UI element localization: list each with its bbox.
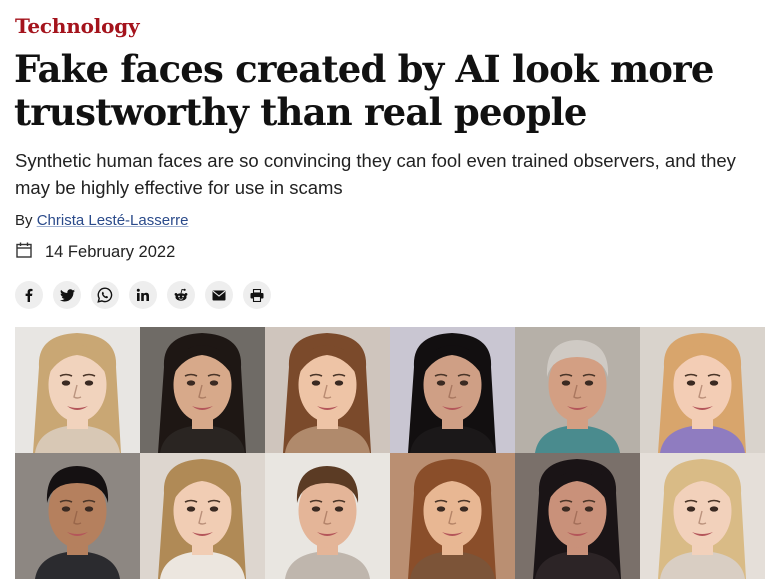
face-photo [265,327,390,453]
calendar-icon [15,241,33,264]
face-photo [390,453,515,579]
face-photo [640,453,765,579]
linkedin-icon [136,288,149,301]
publish-date-row: 14 February 2022 [15,242,175,262]
ai-faces-image [15,327,765,579]
share-twitter-button[interactable] [53,281,81,309]
face-photo [515,327,640,453]
section-label[interactable]: Technology [15,14,140,38]
face-photo [265,453,390,579]
article-headline: Fake faces created by AI look more trust… [14,47,714,134]
face-photo [640,327,765,453]
whatsapp-icon [97,287,113,303]
publish-date: 14 February 2022 [45,242,176,261]
author-link[interactable]: Christa Lesté-Lasserre [37,212,189,229]
email-icon [212,290,226,300]
reddit-icon [174,288,188,301]
share-email-button[interactable] [205,281,233,309]
face-photo [140,327,265,453]
print-icon [250,288,264,302]
share-whatsapp-button[interactable] [91,281,119,309]
share-facebook-button[interactable] [15,281,43,309]
face-photo [15,327,140,453]
share-linkedin-button[interactable] [129,281,157,309]
share-reddit-button[interactable] [167,281,195,309]
article-standfirst: Synthetic human faces are so convincing … [15,150,736,198]
byline: By Christa Lesté-Lasserre [15,212,188,229]
twitter-icon [59,288,75,301]
face-photo [140,453,265,579]
byline-prefix: By [15,212,37,229]
face-photo [390,327,515,453]
share-print-button[interactable] [243,281,271,309]
face-photo [15,453,140,579]
share-bar [15,281,271,309]
face-photo [515,453,640,579]
facebook-icon [25,288,33,302]
